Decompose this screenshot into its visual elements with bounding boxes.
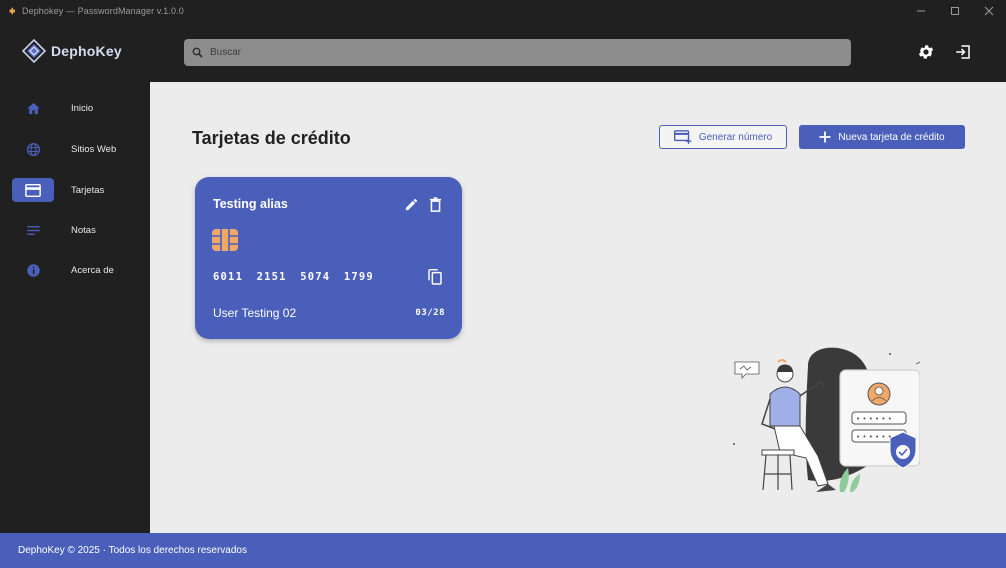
search-bar[interactable] xyxy=(184,39,851,66)
delete-icon[interactable] xyxy=(427,196,443,212)
credit-card-icon xyxy=(12,178,54,202)
card-expiry: 03/28 xyxy=(415,308,445,318)
svg-text:• • • • • •: • • • • • • xyxy=(856,415,892,423)
footer-text: DephoKey © 2025 · Todos los derechos res… xyxy=(18,545,247,556)
card-number: 6011 2151 5074 1799 xyxy=(213,271,374,283)
logo-icon xyxy=(22,39,46,63)
sidebar-item-acerca-de[interactable]: Acerca de xyxy=(12,258,140,282)
copy-icon[interactable] xyxy=(427,268,443,286)
home-icon xyxy=(12,96,54,120)
generate-number-button[interactable]: Generar número xyxy=(659,125,787,149)
window-controls xyxy=(904,0,1006,22)
sidebar-item-label: Tarjetas xyxy=(71,184,105,196)
generate-number-label: Generar número xyxy=(698,131,773,143)
sidebar-item-inicio[interactable]: Inicio xyxy=(12,96,140,120)
app-icon xyxy=(6,5,18,17)
gear-icon[interactable] xyxy=(916,42,936,62)
sidebar-item-label: Inicio xyxy=(71,102,94,114)
card-alias: Testing alias xyxy=(213,197,288,211)
sidebar-item-label: Acerca de xyxy=(71,264,114,276)
title-bar: Dephokey — PasswordManager v.1.0.0 xyxy=(0,0,1006,22)
window-title: Dephokey — PasswordManager v.1.0.0 xyxy=(22,6,184,16)
add-card-icon xyxy=(673,130,692,144)
main-content: Tarjetas de crédito Generar número Nueva… xyxy=(150,82,1006,533)
svg-text:• • • • • •: • • • • • • xyxy=(856,433,892,441)
sidebar: Inicio Sitios Web Tarjetas Notas Acerca … xyxy=(0,82,150,533)
new-card-button[interactable]: Nueva tarjeta de crédito xyxy=(799,125,965,149)
search-icon xyxy=(192,47,204,59)
app-header: DephoKey xyxy=(0,22,1006,82)
sidebar-item-label: Notas xyxy=(71,224,96,236)
security-illustration: • • • • • • • • • • • • xyxy=(730,344,921,525)
logo-text: DephoKey xyxy=(51,43,122,59)
card-holder: User Testing 02 xyxy=(213,306,297,320)
search-input[interactable] xyxy=(210,47,810,58)
footer: DephoKey © 2025 · Todos los derechos res… xyxy=(0,533,1006,568)
close-icon[interactable] xyxy=(972,0,1006,22)
chip-icon xyxy=(212,229,238,256)
sidebar-item-tarjetas[interactable]: Tarjetas xyxy=(12,178,140,202)
new-card-label: Nueva tarjeta de crédito xyxy=(838,131,945,143)
globe-icon xyxy=(12,137,54,161)
page-title: Tarjetas de crédito xyxy=(192,128,351,148)
sidebar-item-notas[interactable]: Notas xyxy=(12,218,140,242)
credit-card: Testing alias 6011 2151 5074 1799 User T… xyxy=(195,177,462,339)
logout-icon[interactable] xyxy=(953,42,973,62)
sidebar-item-sitios-web[interactable]: Sitios Web xyxy=(12,137,140,161)
notes-icon xyxy=(12,218,54,242)
edit-icon[interactable] xyxy=(403,196,419,212)
maximize-icon[interactable] xyxy=(938,0,972,22)
info-icon xyxy=(12,258,54,282)
logo[interactable]: DephoKey xyxy=(22,39,122,63)
minimize-icon[interactable] xyxy=(904,0,938,22)
plus-icon xyxy=(819,131,831,143)
sidebar-item-label: Sitios Web xyxy=(71,143,117,155)
